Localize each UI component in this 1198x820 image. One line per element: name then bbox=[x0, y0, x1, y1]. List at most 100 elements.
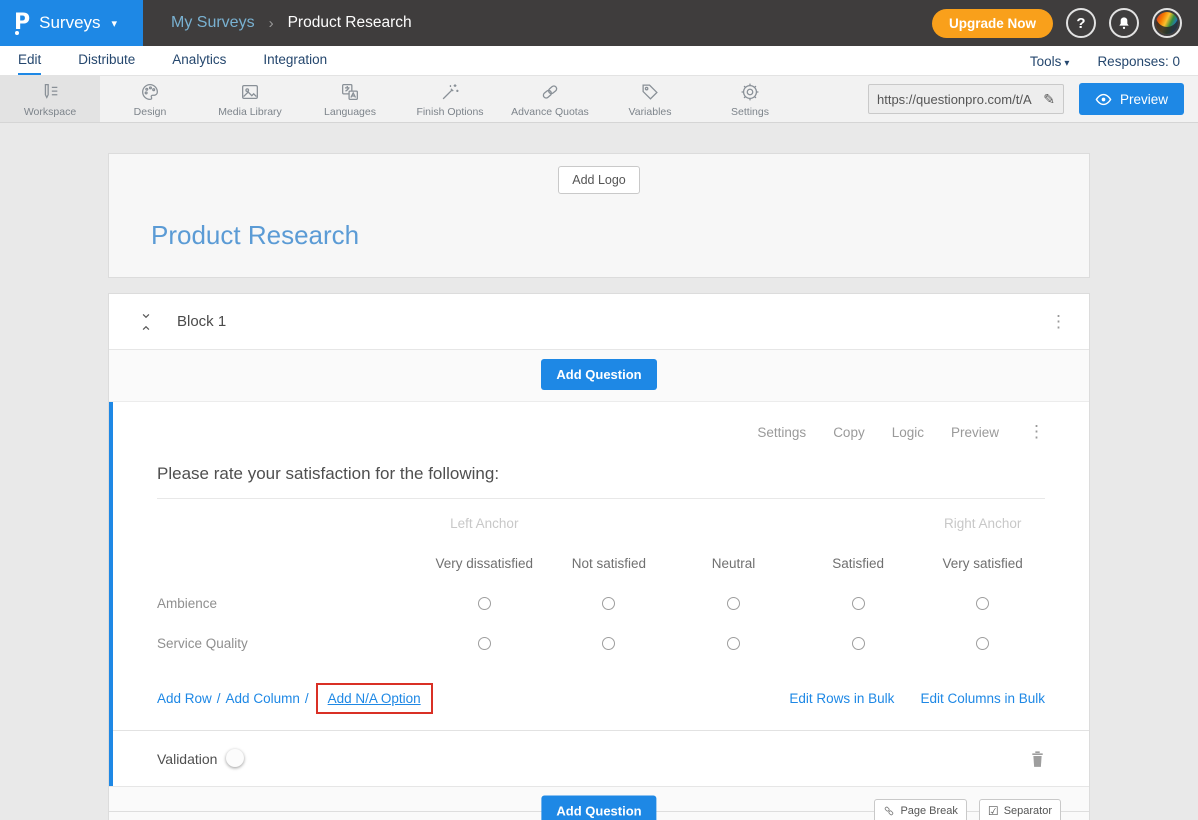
matrix-table: Left Anchor Right Anchor Very dissatisfi… bbox=[157, 503, 1045, 663]
tab-distribute[interactable]: Distribute bbox=[78, 52, 135, 75]
topbar-dark-section: My Surveys › Product Research Upgrade No… bbox=[143, 0, 1198, 46]
column-header[interactable]: Not satisfied bbox=[547, 543, 672, 583]
radio-button[interactable] bbox=[976, 637, 989, 650]
radio-button[interactable] bbox=[478, 637, 491, 650]
question-divider bbox=[157, 498, 1045, 499]
toolbar-item-label: Languages bbox=[324, 106, 376, 118]
matrix-spacer bbox=[157, 503, 422, 543]
tab-integration[interactable]: Integration bbox=[263, 52, 327, 75]
editor-content: Add Logo Product Research Block 1 ⋮ Add … bbox=[0, 123, 1198, 820]
add-question-button-bottom[interactable]: Add Question bbox=[541, 795, 656, 820]
matrix-spacer bbox=[796, 503, 921, 543]
question-copy-link[interactable]: Copy bbox=[833, 425, 865, 440]
radio-button[interactable] bbox=[727, 597, 740, 610]
block-card: Block 1 ⋮ Add Question Settings Copy Log… bbox=[108, 293, 1090, 820]
toolbar-item-label: Advance Quotas bbox=[511, 106, 589, 118]
matrix-cell bbox=[671, 583, 796, 623]
tools-dropdown[interactable]: Tools▾ bbox=[1030, 54, 1070, 75]
notifications-bell-icon[interactable] bbox=[1109, 8, 1139, 38]
tools-label: Tools bbox=[1030, 54, 1062, 69]
matrix-spacer bbox=[547, 503, 672, 543]
right-anchor-field[interactable]: Right Anchor bbox=[920, 503, 1045, 543]
radio-button[interactable] bbox=[976, 597, 989, 610]
delete-question-trash-icon[interactable] bbox=[1030, 750, 1045, 768]
block-title[interactable]: Block 1 bbox=[177, 313, 226, 330]
question-menu-kebab-icon[interactable]: ⋮ bbox=[1028, 422, 1045, 442]
matrix-cell bbox=[920, 583, 1045, 623]
breadcrumb-my-surveys[interactable]: My Surveys bbox=[171, 14, 255, 32]
matrix-cell bbox=[422, 583, 547, 623]
chain-link-icon bbox=[539, 81, 561, 103]
tab-analytics[interactable]: Analytics bbox=[172, 52, 226, 75]
add-na-option-link[interactable]: Add N/A Option bbox=[328, 691, 421, 706]
toolbar-item-settings[interactable]: Settings bbox=[700, 76, 800, 122]
preview-button[interactable]: Preview bbox=[1079, 83, 1184, 115]
broken-link-icon bbox=[883, 805, 895, 817]
radio-button[interactable] bbox=[602, 637, 615, 650]
responses-count[interactable]: Responses: 0 bbox=[1097, 54, 1180, 75]
survey-title[interactable]: Product Research bbox=[151, 220, 1089, 251]
help-glyph: ? bbox=[1076, 15, 1085, 32]
question-text[interactable]: Please rate your satisfaction for the fo… bbox=[157, 464, 1045, 484]
column-header[interactable]: Neutral bbox=[671, 543, 796, 583]
radio-button[interactable] bbox=[852, 637, 865, 650]
avatar[interactable] bbox=[1152, 8, 1182, 38]
left-anchor-field[interactable]: Left Anchor bbox=[422, 503, 547, 543]
toolbar-item-variables[interactable]: Variables bbox=[600, 76, 700, 122]
question-preview-link[interactable]: Preview bbox=[951, 425, 999, 440]
toolbar-item-label: Settings bbox=[731, 106, 769, 118]
add-question-button[interactable]: Add Question bbox=[541, 359, 656, 390]
toolbar-item-finish-options[interactable]: Finish Options bbox=[400, 76, 500, 122]
row-label[interactable]: Service Quality bbox=[157, 623, 422, 663]
block-menu-kebab-icon[interactable]: ⋮ bbox=[1050, 312, 1067, 332]
help-icon[interactable]: ? bbox=[1066, 8, 1096, 38]
upgrade-now-button[interactable]: Upgrade Now bbox=[932, 9, 1053, 38]
validation-toggle[interactable] bbox=[229, 752, 261, 765]
question-logic-link[interactable]: Logic bbox=[892, 425, 924, 440]
validation-row: Validation bbox=[113, 730, 1089, 786]
link-separator: / bbox=[217, 691, 221, 706]
matrix-spacer bbox=[671, 503, 796, 543]
radio-button[interactable] bbox=[602, 597, 615, 610]
validation-label: Validation bbox=[157, 751, 217, 767]
brand-menu[interactable]: P Surveys ▾ bbox=[0, 0, 143, 46]
matrix-cell bbox=[547, 583, 672, 623]
add-row-link[interactable]: Add Row bbox=[157, 691, 212, 706]
toolbar-item-design[interactable]: Design bbox=[100, 76, 200, 122]
toolbar-item-workspace[interactable]: Workspace bbox=[0, 76, 100, 122]
question-settings-link[interactable]: Settings bbox=[757, 425, 806, 440]
questionpro-logo-icon: P bbox=[14, 12, 30, 34]
toolbar-item-label: Media Library bbox=[218, 106, 282, 118]
add-logo-button[interactable]: Add Logo bbox=[558, 166, 640, 194]
preview-label: Preview bbox=[1120, 92, 1168, 107]
chevron-down-icon: ▾ bbox=[112, 17, 118, 30]
edit-url-pencil-icon[interactable]: ✎ bbox=[1043, 91, 1055, 108]
column-header[interactable]: Satisfied bbox=[796, 543, 921, 583]
page-break-button[interactable]: Page Break bbox=[874, 799, 966, 820]
column-header[interactable]: Very satisfied bbox=[920, 543, 1045, 583]
toolbar-item-media-library[interactable]: Media Library bbox=[200, 76, 300, 122]
toolbar-item-languages[interactable]: Languages bbox=[300, 76, 400, 122]
toolbar-item-label: Finish Options bbox=[416, 106, 483, 118]
edit-rows-in-bulk-link[interactable]: Edit Rows in Bulk bbox=[789, 691, 894, 706]
chevron-down-icon: ▾ bbox=[1064, 58, 1069, 69]
tab-edit[interactable]: Edit bbox=[18, 52, 41, 75]
survey-header-card: Add Logo Product Research bbox=[108, 153, 1090, 278]
radio-button[interactable] bbox=[727, 637, 740, 650]
toolbar-item-advance-quotas[interactable]: Advance Quotas bbox=[500, 76, 600, 122]
toolbar-right: ✎ Preview bbox=[868, 76, 1198, 122]
add-question-band-bottom: Add Question Page Break ☑ Separator bbox=[109, 786, 1089, 820]
edit-columns-in-bulk-link[interactable]: Edit Columns in Bulk bbox=[920, 691, 1045, 706]
footer-right-buttons: Page Break ☑ Separator bbox=[874, 799, 1061, 820]
separator-button[interactable]: ☑ Separator bbox=[979, 799, 1061, 820]
image-icon bbox=[239, 81, 261, 103]
collapse-block-icon[interactable] bbox=[139, 312, 153, 332]
add-column-link[interactable]: Add Column bbox=[226, 691, 300, 706]
radio-button[interactable] bbox=[478, 597, 491, 610]
nav-right: Tools▾ Responses: 0 bbox=[1030, 54, 1180, 75]
radio-button[interactable] bbox=[852, 597, 865, 610]
toolbar-item-label: Design bbox=[134, 106, 167, 118]
column-header[interactable]: Very dissatisfied bbox=[422, 543, 547, 583]
row-label[interactable]: Ambience bbox=[157, 583, 422, 623]
survey-url-input[interactable] bbox=[877, 92, 1043, 107]
